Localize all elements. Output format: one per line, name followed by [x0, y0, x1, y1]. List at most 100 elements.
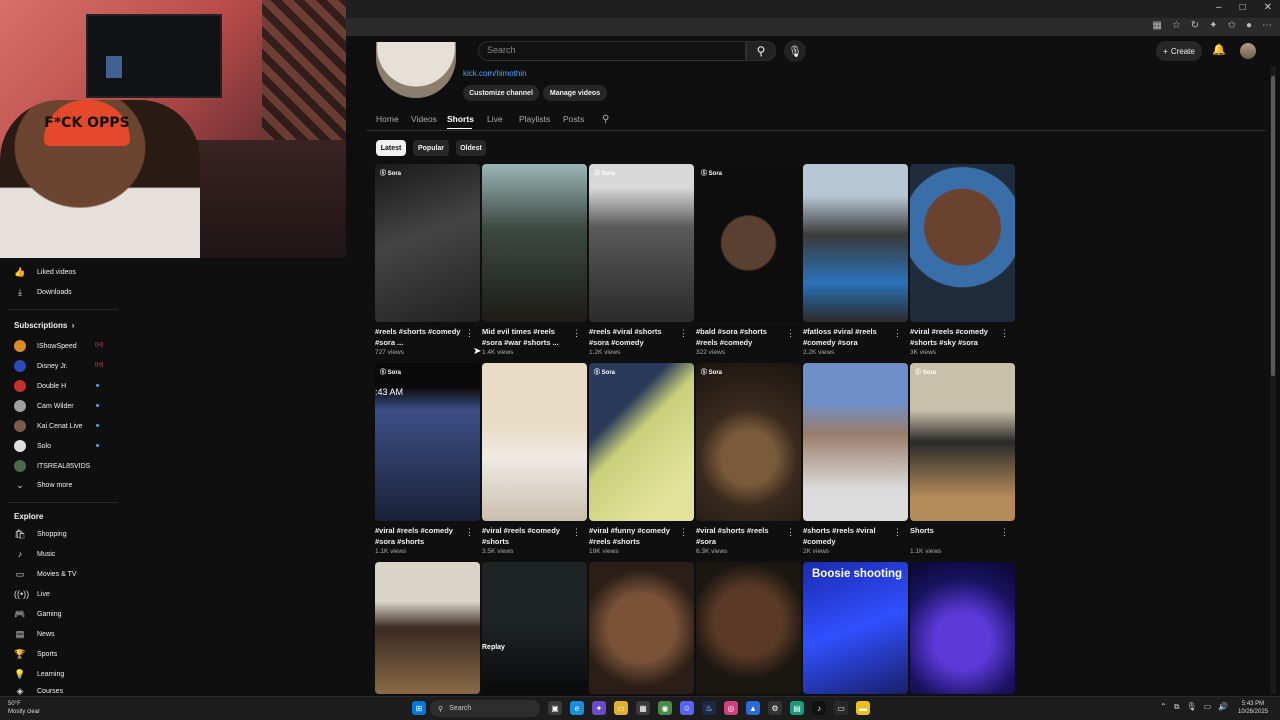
short-item[interactable]: Ⓢ Sora #reels #shorts #comedy #sora ... … [375, 164, 480, 356]
short-title[interactable]: #shorts #reels #viral #comedy [803, 525, 891, 547]
tab-playlists[interactable]: Playlists [519, 114, 563, 124]
short-thumbnail[interactable]: Ⓢ Sora [375, 164, 480, 322]
short-item[interactable] [910, 562, 1015, 694]
tab-shorts[interactable]: Shorts [447, 114, 487, 124]
sidebar-item-liked-videos[interactable]: 👍 Liked videos [14, 267, 76, 278]
discord-icon[interactable]: ☺ [680, 701, 694, 715]
short-item[interactable]: #viral #reels #comedy #shorts 3.5K views… [482, 363, 587, 555]
short-thumbnail[interactable] [803, 164, 908, 322]
taskbar-search[interactable]: ⚲ Search [430, 700, 540, 717]
short-item[interactable]: Ⓢ Sora Shorts 1.1K views ⋮ [910, 363, 1015, 555]
edge-icon[interactable]: e [570, 701, 584, 715]
sidebar-item-sports[interactable]: 🏆 Sports [14, 649, 57, 660]
short-thumbnail[interactable]: Ⓢ Sora [696, 164, 801, 322]
terminal-icon[interactable]: ▭ [834, 701, 848, 715]
sidebar-item-double-h[interactable]: Double H [14, 380, 66, 392]
short-title[interactable]: #viral #reels #comedy #sora #shorts [375, 525, 463, 547]
short-item[interactable]: Ⓢ Sora :43 AM #viral #reels #comedy #sor… [375, 363, 480, 555]
short-thumbnail[interactable] [375, 562, 480, 694]
mic-icon[interactable]: 🎙 [1186, 702, 1196, 712]
taskbar-clock[interactable]: 5:43 PM 10/26/2025 [1238, 700, 1268, 716]
chevron-up-icon[interactable]: ⌃ [1160, 702, 1167, 712]
short-thumbnail[interactable] [910, 164, 1015, 322]
search-button[interactable]: ⚲ [746, 41, 776, 61]
maximize-button[interactable]: □ [1240, 2, 1246, 13]
sidebar-item-solo[interactable]: Solo [14, 440, 51, 452]
short-title[interactable]: Mid evil times #reels #sora #war #shorts… [482, 326, 570, 348]
short-thumbnail[interactable] [696, 562, 801, 694]
customize-channel-button[interactable]: Customize channel [463, 85, 539, 101]
short-thumbnail[interactable]: Ⓢ Sora [589, 164, 694, 322]
create-button[interactable]: + Create [1156, 41, 1202, 61]
account-avatar[interactable] [1240, 43, 1256, 59]
short-title[interactable]: #viral #reels #comedy #shorts #sky #sora [910, 326, 998, 348]
short-title[interactable]: #viral #reels #comedy #shorts [482, 525, 570, 547]
short-item[interactable] [696, 562, 801, 694]
short-thumbnail[interactable]: Replay [482, 562, 587, 694]
sidebar-item-itsreal85vids[interactable]: ITSREAL85VIDS [14, 460, 90, 472]
sidebar-item-movies-tv[interactable]: ▭ Movies & TV [14, 569, 77, 580]
sidebar-item-kai-cenat-live[interactable]: Kai Cenat Live [14, 420, 83, 432]
short-thumbnail[interactable] [910, 562, 1015, 694]
tiktok-icon[interactable]: ♪ [812, 701, 826, 715]
windows-start-icon[interactable]: ⊞ [412, 701, 426, 715]
sidebar-item-disney-jr[interactable]: Disney Jr. [14, 360, 68, 372]
more-actions-icon[interactable]: ⋮ [679, 328, 688, 339]
short-title[interactable]: #fatloss #viral #reels #comedy #sora [803, 326, 891, 348]
sidebar-item-downloads[interactable]: ⤓ Downloads [14, 287, 72, 298]
more-actions-icon[interactable]: ⋮ [893, 328, 902, 339]
app-icon[interactable]: ▦ [1152, 20, 1161, 31]
more-icon[interactable]: ⋯ [1262, 20, 1272, 31]
sidebar-item-shopping[interactable]: 🛍 Shopping [14, 529, 66, 540]
short-title[interactable]: #bald #sora #shorts #reels #comedy [696, 326, 784, 348]
sticky-notes-icon[interactable]: ▬ [856, 701, 870, 715]
instagram-icon[interactable]: ◎ [724, 701, 738, 715]
short-item[interactable]: Ⓢ Sora #reels #viral #shorts #sora #come… [589, 164, 694, 356]
tab-videos[interactable]: Videos [411, 114, 447, 124]
chip-latest[interactable]: Latest [376, 140, 406, 156]
short-item[interactable]: #fatloss #viral #reels #comedy #sora 2.2… [803, 164, 908, 356]
weather-widget[interactable]: 50°F Mostly clear [8, 700, 40, 716]
favorites-icon[interactable]: ✩ [1228, 20, 1236, 31]
notifications-bell-icon[interactable]: 🔔 [1212, 43, 1226, 56]
short-thumbnail[interactable]: Boosie shooting [803, 562, 908, 694]
short-item[interactable]: Replay [482, 562, 587, 694]
more-actions-icon[interactable]: ⋮ [786, 328, 795, 339]
star-icon[interactable]: ☆ [1172, 20, 1181, 31]
short-item[interactable]: Ⓢ Sora #bald #sora #shorts #reels #comed… [696, 164, 801, 356]
store-icon[interactable]: ▦ [636, 701, 650, 715]
app-icon[interactable]: ▤ [790, 701, 804, 715]
profile-icon[interactable]: ● [1246, 20, 1252, 31]
page-scrollbar[interactable] [1270, 66, 1276, 694]
short-item[interactable]: Boosie shooting [803, 562, 908, 694]
show-more-button[interactable]: ⌄ Show more [14, 480, 72, 491]
minimize-button[interactable]: – [1216, 2, 1222, 13]
file-explorer-icon[interactable]: ▭ [614, 701, 628, 715]
sidebar-item-news[interactable]: ▤ News [14, 629, 55, 640]
more-actions-icon[interactable]: ⋮ [465, 527, 474, 538]
channel-search-icon[interactable]: ⚲ [602, 114, 609, 125]
manage-videos-button[interactable]: Manage videos [543, 85, 607, 101]
volume-icon[interactable]: 🔊 [1218, 702, 1228, 712]
more-actions-icon[interactable]: ⋮ [679, 527, 688, 538]
short-title[interactable]: #reels #shorts #comedy #sora ... [375, 326, 463, 348]
short-thumbnail[interactable]: Ⓢ Sora [589, 363, 694, 521]
sidebar-item-ishowspeed[interactable]: IShowSpeed [14, 340, 77, 352]
steam-icon[interactable]: ♨ [702, 701, 716, 715]
short-thumbnail[interactable]: Ⓢ Sora [696, 363, 801, 521]
short-item[interactable]: Ⓢ Sora #viral #funny #comedy #reels #sho… [589, 363, 694, 555]
subscriptions-heading[interactable]: Subscriptions › [14, 321, 74, 330]
scrollbar-thumb[interactable] [1271, 76, 1275, 376]
more-actions-icon[interactable]: ⋮ [465, 328, 474, 339]
more-actions-icon[interactable]: ⋮ [1000, 527, 1009, 538]
settings-gear-icon[interactable]: ⚙ [768, 701, 782, 715]
tab-posts[interactable]: Posts [563, 114, 597, 124]
short-title[interactable]: #viral #shorts #reels #sora [696, 525, 784, 547]
more-actions-icon[interactable]: ⋮ [893, 527, 902, 538]
voice-search-button[interactable]: 🎙 [784, 40, 806, 62]
chrome-icon[interactable]: ◉ [658, 701, 672, 715]
search-input[interactable]: Search [478, 41, 746, 61]
copilot-icon[interactable]: ✦ [592, 701, 606, 715]
more-actions-icon[interactable]: ⋮ [572, 527, 581, 538]
sidebar-item-courses[interactable]: ◈ Courses [14, 687, 64, 695]
